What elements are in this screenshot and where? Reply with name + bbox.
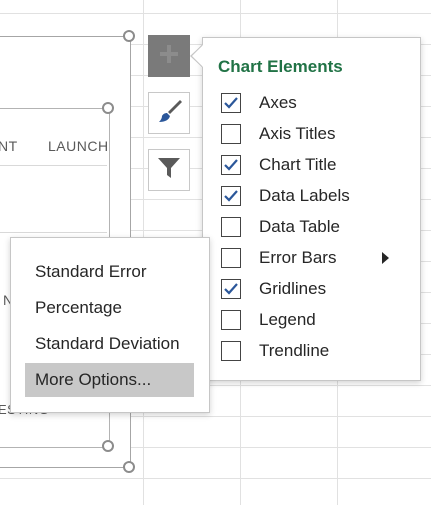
plot-resize-handle[interactable] xyxy=(102,102,114,114)
chart-element-gridlines[interactable]: Gridlines xyxy=(221,276,411,302)
chart-element-error-bars[interactable]: Error Bars xyxy=(221,245,411,271)
chart-filters-button[interactable] xyxy=(148,149,190,191)
checkbox[interactable] xyxy=(221,186,241,206)
menu-item-percentage[interactable]: Percentage xyxy=(25,291,194,325)
chart-element-legend[interactable]: Legend xyxy=(221,307,411,333)
chart-elements-panel: Chart Elements Axes Axis Titles Chart Titl… xyxy=(202,37,421,381)
plus-icon xyxy=(157,42,181,71)
chart-styles-button[interactable] xyxy=(148,92,190,134)
chart-element-label: Axis Titles xyxy=(259,124,336,143)
checkbox[interactable] xyxy=(221,341,241,361)
axis-label: NT xyxy=(0,138,18,154)
checkmark-icon xyxy=(224,159,238,171)
chart-resize-handle[interactable] xyxy=(123,461,135,473)
menu-item-standard-deviation[interactable]: Standard Deviation xyxy=(25,327,194,361)
chart-element-axes[interactable]: Axes xyxy=(221,90,411,116)
plot-gridline xyxy=(0,232,107,233)
submenu-arrow-icon[interactable] xyxy=(382,252,389,264)
chart-element-axis-titles[interactable]: Axis Titles xyxy=(221,121,411,147)
axis-label: LAUNCH xyxy=(48,138,109,154)
chart-element-label: Data Table xyxy=(259,217,340,236)
chart-element-trendline[interactable]: Trendline xyxy=(221,338,411,364)
checkbox[interactable] xyxy=(221,279,241,299)
checkmark-icon xyxy=(224,190,238,202)
chart-element-label: Legend xyxy=(259,310,316,329)
error-bars-submenu: Standard Error Percentage Standard Deviati… xyxy=(10,237,210,413)
checkbox[interactable] xyxy=(221,217,241,237)
grid-row-line xyxy=(0,478,431,479)
chart-resize-handle[interactable] xyxy=(123,30,135,42)
checkbox[interactable] xyxy=(221,248,241,268)
chart-element-label: Trendline xyxy=(259,341,330,360)
chart-element-label: Data Labels xyxy=(259,186,350,205)
checkbox[interactable] xyxy=(221,310,241,330)
chart-element-label: Axes xyxy=(259,93,297,112)
plot-resize-handle[interactable] xyxy=(102,440,114,452)
chart-elements-button[interactable] xyxy=(148,35,190,77)
paintbrush-icon xyxy=(155,97,183,130)
checkbox[interactable] xyxy=(221,124,241,144)
checkmark-icon xyxy=(224,283,238,295)
menu-item-standard-error[interactable]: Standard Error xyxy=(25,255,194,289)
checkbox[interactable] xyxy=(221,93,241,113)
flyout-pointer xyxy=(192,45,203,67)
chart-element-data-table[interactable]: Data Table xyxy=(221,214,411,240)
chart-element-chart-title[interactable]: Chart Title xyxy=(221,152,411,178)
plot-gridline xyxy=(0,165,107,166)
chart-element-label: Gridlines xyxy=(259,279,327,298)
chart-element-label: Error Bars xyxy=(259,248,337,267)
checkbox[interactable] xyxy=(221,155,241,175)
funnel-icon xyxy=(156,155,182,186)
grid-row-line xyxy=(0,13,431,14)
checkmark-icon xyxy=(224,97,238,109)
chart-element-data-labels[interactable]: Data Labels xyxy=(221,183,411,209)
panel-title: Chart Elements xyxy=(218,57,343,76)
menu-item-more-options[interactable]: More Options... xyxy=(25,363,194,397)
chart-element-label: Chart Title xyxy=(259,155,337,174)
